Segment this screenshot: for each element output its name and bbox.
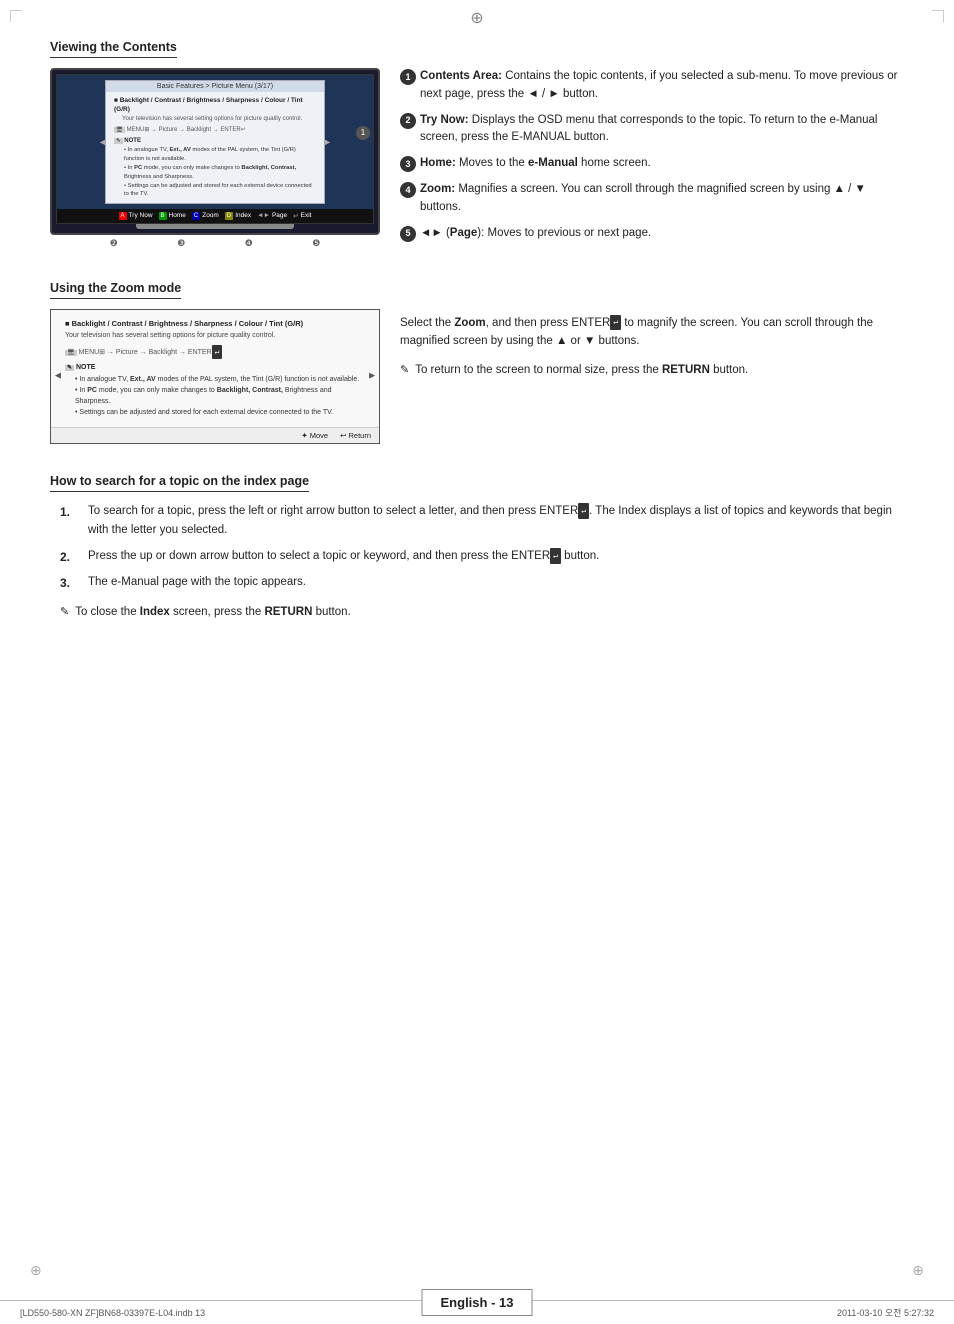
callout-5-label: 5 bbox=[400, 226, 416, 242]
footer-left-text: [LD550-580-XN ZF]BN68-03397E-L04.indb 13 bbox=[20, 1308, 205, 1318]
tv-menu-header: Basic Features > Picture Menu (3/17) bbox=[106, 81, 324, 92]
tv-nav-home: B Home bbox=[159, 212, 186, 220]
zoom-mode-section: Using the Zoom mode ◄ ■ Backlight / Cont… bbox=[50, 281, 904, 444]
index-note-icon: ✎ bbox=[60, 604, 69, 621]
tv-screen-outer: Basic Features > Picture Menu (3/17) ■ B… bbox=[50, 68, 380, 235]
callout-3-label: 3 bbox=[400, 156, 416, 172]
index-item-2-number: 2. bbox=[60, 547, 80, 567]
index-note-text: To close the Index screen, press the RET… bbox=[75, 604, 351, 622]
index-item-3-number: 3. bbox=[60, 573, 80, 593]
viewing-contents-right: 1 Contents Area: Contains the topic cont… bbox=[400, 68, 904, 251]
zoom-mode-layout: ◄ ■ Backlight / Contrast / Brightness / … bbox=[50, 309, 904, 444]
zoom-box-panel: ◄ ■ Backlight / Contrast / Brightness / … bbox=[50, 309, 380, 444]
index-note-line: ✎ To close the Index screen, press the R… bbox=[60, 604, 904, 622]
index-item-1-number: 1. bbox=[60, 502, 80, 522]
note-pencil-icon: ✎ bbox=[400, 362, 409, 379]
index-list-item-1: 1. To search for a topic, press the left… bbox=[60, 502, 904, 541]
index-search-title: How to search for a topic on the index p… bbox=[50, 474, 309, 492]
zoom-mode-title: Using the Zoom mode bbox=[50, 281, 181, 299]
index-item-1-text: To search for a topic, press the left or… bbox=[88, 502, 904, 541]
tv-menu-bold: ■ Backlight / Contrast / Brightness / Sh… bbox=[114, 96, 316, 115]
zoom-box-content: ■ Backlight / Contrast / Brightness / Sh… bbox=[51, 310, 379, 427]
callout-4-text: Zoom: Magnifies a screen. You can scroll… bbox=[420, 181, 904, 217]
index-item-2-text: Press the up or down arrow button to sel… bbox=[88, 547, 599, 567]
zoom-right-text1: Select the Zoom, and then press ENTER↵ t… bbox=[400, 314, 904, 351]
footer-right-text: 2011-03-10 오전 5:27:32 bbox=[837, 1306, 934, 1319]
tv-stand bbox=[136, 224, 294, 229]
callout-num-5: ❺ bbox=[312, 238, 320, 249]
callout-2-item: 2 Try Now: Displays the OSD menu that co… bbox=[400, 112, 904, 148]
zoom-note-item-2: • In PC mode, you can only make changes … bbox=[75, 386, 365, 407]
zoom-arrow-right: ► bbox=[367, 371, 377, 382]
tv-note-item-2: • In PC mode, you can only make changes … bbox=[124, 164, 316, 181]
zoom-return-note: ✎ To return to the screen to normal size… bbox=[400, 362, 904, 380]
tv-note-item-1: • In analogue TV, Ext., AV modes of the … bbox=[124, 146, 316, 163]
viewing-contents-layout: Basic Features > Picture Menu (3/17) ■ B… bbox=[50, 68, 904, 251]
zoom-note-header: ✎ NOTE bbox=[65, 363, 365, 374]
callout-4-item: 4 Zoom: Magnifies a screen. You can scro… bbox=[400, 181, 904, 217]
tv-menu-path: 🖥 MENU⊞ → Picture → Backlight → ENTER↵ bbox=[114, 126, 316, 135]
tv-wrapper: Basic Features > Picture Menu (3/17) ■ B… bbox=[50, 68, 380, 249]
zoom-arrow-left: ◄ bbox=[53, 371, 63, 382]
callout-4-label: 4 bbox=[400, 182, 416, 198]
zoom-right-text2: To return to the screen to normal size, … bbox=[415, 362, 748, 380]
zoom-note-item-3: • Settings can be adjusted and stored fo… bbox=[75, 408, 365, 419]
tv-arrow-right: ► bbox=[323, 137, 332, 147]
zoom-mode-right: Select the Zoom, and then press ENTER↵ t… bbox=[400, 309, 904, 444]
tv-arrow-left: ◄ bbox=[98, 137, 107, 147]
zoom-box-sub: Your television has several setting opti… bbox=[65, 331, 365, 342]
callout-num-4: ❹ bbox=[245, 238, 253, 249]
tv-menu-body: ■ Backlight / Contrast / Brightness / Sh… bbox=[106, 92, 324, 203]
index-search-list: 1. To search for a topic, press the left… bbox=[60, 502, 904, 594]
tv-note-item-3: • Settings can be adjusted and stored fo… bbox=[124, 182, 316, 199]
callout-2-label: 2 bbox=[400, 113, 416, 129]
index-list-item-2: 2. Press the up or down arrow button to … bbox=[60, 547, 904, 567]
callout-3-item: 3 Home: Moves to the e-Manual home scree… bbox=[400, 155, 904, 173]
index-item-3-text: The e-Manual page with the topic appears… bbox=[88, 573, 306, 593]
footer-crosshair-right: ⊕ bbox=[912, 1262, 924, 1279]
zoom-move-label: ✦ Move bbox=[301, 431, 328, 440]
tv-note-header: ✎ NOTE bbox=[114, 137, 316, 146]
callout-1-label: 1 bbox=[400, 69, 416, 85]
zoom-note-item-1: • In analogue TV, Ext., AV modes of the … bbox=[75, 375, 365, 386]
callout-2-text: Try Now: Displays the OSD menu that corr… bbox=[420, 112, 904, 148]
tv-screen-inner: Basic Features > Picture Menu (3/17) ■ B… bbox=[56, 74, 374, 224]
index-search-section: How to search for a topic on the index p… bbox=[50, 474, 904, 622]
tv-nav-page: ◄► Page bbox=[257, 212, 287, 219]
viewing-contents-title: Viewing the Contents bbox=[50, 40, 177, 58]
viewing-contents-section: Viewing the Contents Basic Features > Pi… bbox=[50, 40, 904, 251]
footer-page-label: English - 13 bbox=[422, 1289, 533, 1316]
footer-crosshair-left: ⊕ bbox=[30, 1262, 42, 1279]
callout-num-2: ❷ bbox=[110, 238, 118, 249]
tv-nav-index: D Index bbox=[225, 212, 251, 220]
tv-nav-exit: ↵ Exit bbox=[293, 212, 311, 220]
tv-nav-zoom: C Zoom bbox=[192, 212, 219, 220]
callout-5-item: 5 ◄► (Page): Moves to previous or next p… bbox=[400, 225, 904, 243]
zoom-box-title: ■ Backlight / Contrast / Brightness / Sh… bbox=[65, 318, 365, 329]
index-list-item-3: 3. The e-Manual page with the topic appe… bbox=[60, 573, 904, 593]
zoom-box-path: 🖥 MENU⊞ → Picture → Backlight → ENTER↵ bbox=[65, 345, 365, 359]
callout-5-text: ◄► (Page): Moves to previous or next pag… bbox=[420, 225, 904, 243]
zoom-return-label: ↩ Return bbox=[340, 431, 371, 440]
tv-mockup-panel: Basic Features > Picture Menu (3/17) ■ B… bbox=[50, 68, 380, 251]
zoom-box: ◄ ■ Backlight / Contrast / Brightness / … bbox=[50, 309, 380, 444]
callout-1-text: Contents Area: Contains the topic conten… bbox=[420, 68, 904, 104]
callout-1-item: 1 Contents Area: Contains the topic cont… bbox=[400, 68, 904, 104]
callout-3-text: Home: Moves to the e-Manual home screen. bbox=[420, 155, 904, 173]
zoom-bottom-bar: ✦ Move ↩ Return bbox=[51, 427, 379, 443]
nav-callout-numbers: ❷ ❸ ❹ ❺ bbox=[50, 235, 380, 249]
callout-1-on-tv: 1 bbox=[356, 126, 370, 140]
tv-nav-bar: A Try Now B Home C Zoom bbox=[57, 209, 373, 223]
tv-nav-try-now: A Try Now bbox=[119, 212, 153, 220]
callout-num-3: ❸ bbox=[177, 238, 185, 249]
tv-menu-sub: Your television has several setting opti… bbox=[122, 115, 316, 124]
